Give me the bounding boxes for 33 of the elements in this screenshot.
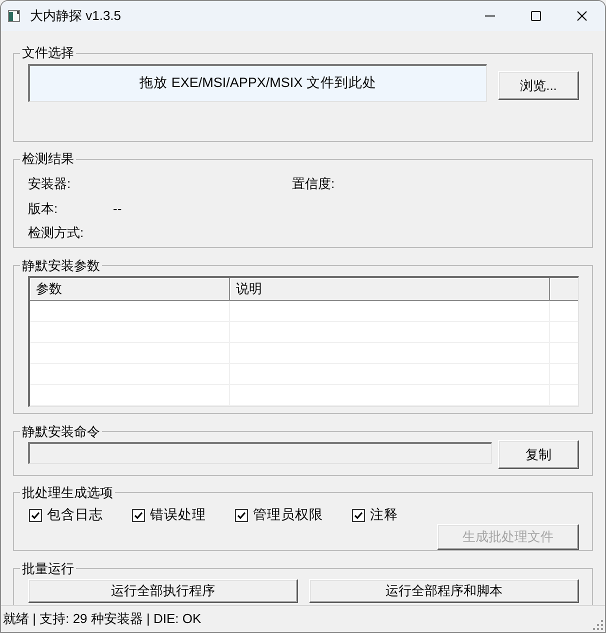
group-title: 静默安装参数 bbox=[21, 258, 101, 272]
checkbox-label[interactable]: 包含日志 bbox=[47, 507, 103, 524]
close-icon bbox=[577, 11, 587, 21]
field-label: 安装器: bbox=[28, 176, 72, 192]
drop-zone[interactable]: 拖放 EXE/MSI/APPX/MSIX 文件到此处 bbox=[28, 64, 487, 102]
command-field[interactable] bbox=[28, 442, 492, 464]
window-title: 大内静探 v1.3.5 bbox=[30, 8, 122, 24]
app-icon bbox=[8, 10, 20, 22]
checkbox[interactable] bbox=[29, 509, 42, 522]
browse-button[interactable]: 浏览... bbox=[498, 71, 579, 100]
group-title: 文件选择 bbox=[21, 46, 75, 60]
copy-button[interactable]: 复制 bbox=[498, 440, 579, 468]
group-title: 批量运行 bbox=[21, 562, 75, 576]
run-button[interactable]: 运行全部执行程序 bbox=[28, 578, 298, 602]
field-value: -- bbox=[113, 200, 122, 217]
group-title: 检测结果 bbox=[21, 152, 75, 166]
column-header[interactable]: 说明 bbox=[230, 278, 550, 300]
group-title: 批处理生成选项 bbox=[21, 486, 114, 500]
column-header[interactable]: 参数 bbox=[30, 278, 230, 300]
checkbox[interactable] bbox=[132, 509, 145, 522]
checkbox-label[interactable]: 管理员权限 bbox=[253, 507, 323, 524]
checkbox-label[interactable]: 注释 bbox=[370, 507, 398, 524]
field-label: 置信度: bbox=[292, 176, 336, 192]
checkbox-label[interactable]: 错误处理 bbox=[150, 507, 206, 524]
status-text: 就绪 | 支持: 29 种安装器 | DIE: OK bbox=[3, 611, 202, 627]
maximize-icon bbox=[531, 11, 541, 21]
checkbox[interactable] bbox=[235, 509, 248, 522]
resize-grip-icon[interactable] bbox=[591, 618, 603, 630]
group-title: 静默安装命令 bbox=[21, 424, 101, 438]
checkbox[interactable] bbox=[352, 509, 365, 522]
run-button[interactable]: 运行全部程序和脚本 bbox=[309, 578, 579, 602]
field-label: 检测方式: bbox=[28, 225, 85, 242]
field-label: 版本: bbox=[28, 200, 59, 217]
